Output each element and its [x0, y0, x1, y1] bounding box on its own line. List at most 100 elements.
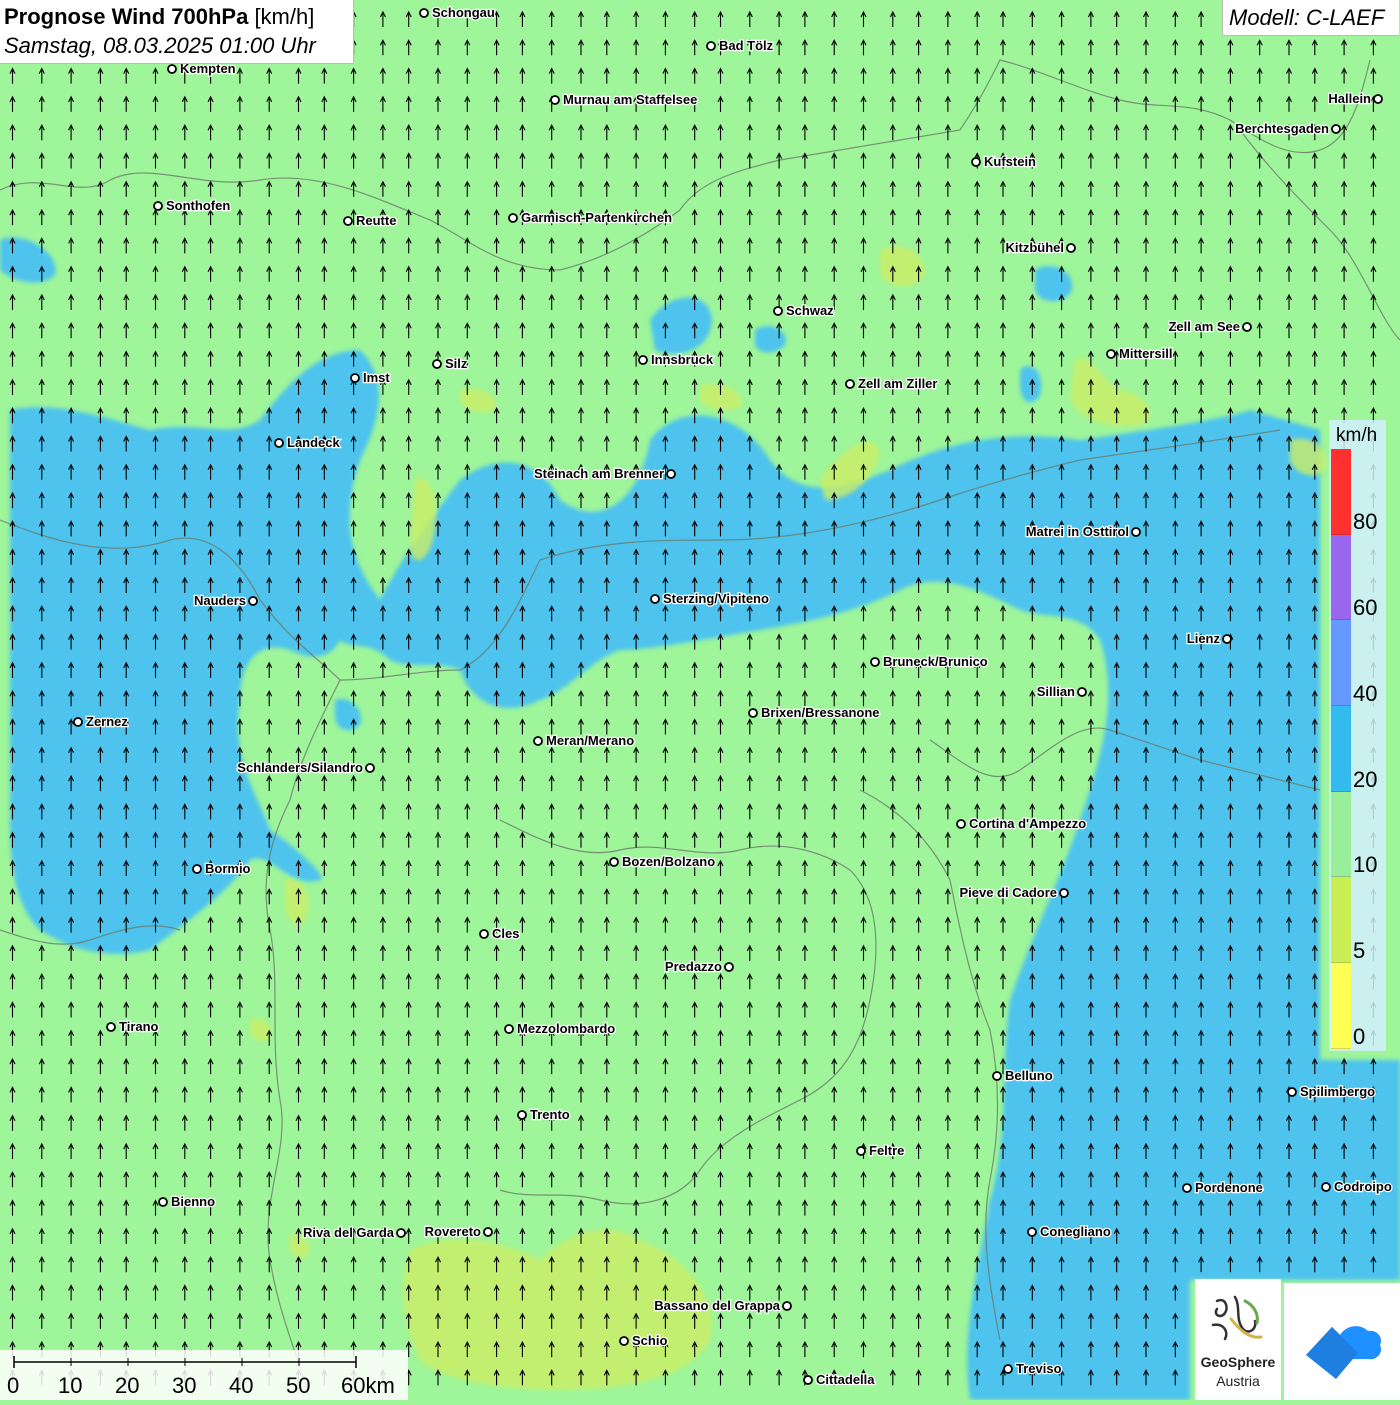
city-dot	[870, 657, 880, 667]
city-dot	[845, 379, 855, 389]
city-dot	[158, 1197, 168, 1207]
color-legend: km/h 80 60 40 20 10 5 0	[1329, 420, 1386, 1051]
city-dot	[1003, 1364, 1013, 1374]
scale-label: 30	[172, 1373, 197, 1398]
city-label: Berchtesgaden	[1235, 121, 1329, 136]
city-label: Bozen/Bolzano	[622, 854, 715, 869]
title-panel: Prognose Wind 700hPa [km/h] Samstag, 08.…	[0, 0, 354, 64]
city-dot	[1222, 634, 1232, 644]
legend-swatch	[1331, 877, 1351, 964]
city-label: Pordenone	[1195, 1180, 1263, 1195]
city-dot	[724, 962, 734, 972]
city-label: Zernez	[86, 714, 128, 729]
city-dot	[971, 157, 981, 167]
city-label: Tirano	[119, 1019, 159, 1034]
city-dot	[1027, 1227, 1037, 1237]
city-label: Codroipo	[1334, 1179, 1392, 1194]
city-marker: Schlanders/Silandro	[236, 759, 375, 776]
city-label: Bad Tölz	[719, 38, 774, 53]
city-dot	[619, 1336, 629, 1346]
city-label: Innsbruck	[651, 352, 714, 367]
city-dot	[1066, 243, 1076, 253]
city-label: Schwaz	[786, 303, 834, 318]
legend-swatch	[1331, 534, 1351, 621]
legend-swatch	[1331, 963, 1351, 1049]
city-marker: Mezzolombardo	[504, 1020, 617, 1037]
city-dot	[248, 596, 258, 606]
city-label: Kitzbühel	[1006, 240, 1065, 255]
city-marker: Sonthofen	[153, 197, 232, 214]
city-label: Garmisch-Partenkirchen	[521, 210, 672, 225]
city-label: Mittersill	[1119, 346, 1172, 361]
city-dot	[508, 213, 518, 223]
city-dot	[803, 1375, 813, 1385]
city-marker: Bozen/Bolzano	[609, 853, 716, 870]
geosphere-text: GeoSphere	[1200, 1354, 1276, 1370]
city-label: Feltre	[869, 1143, 904, 1158]
city-marker: Zell am Ziller	[845, 375, 939, 392]
city-dot	[706, 41, 716, 51]
city-label: Sillian	[1037, 684, 1075, 699]
scale-label: 0	[7, 1373, 20, 1398]
scale-label: 50	[286, 1373, 311, 1398]
city-dot	[1373, 94, 1383, 104]
city-label: Kufstein	[984, 154, 1036, 169]
city-marker: Schongau	[419, 4, 496, 21]
legend-label: 10	[1353, 852, 1378, 877]
city-dot	[1059, 888, 1069, 898]
legend-label: 0	[1353, 1024, 1366, 1049]
city-label: Bienno	[171, 1194, 215, 1209]
city-dot	[167, 64, 177, 74]
city-label: Sonthofen	[166, 198, 230, 213]
city-marker: Innsbruck	[638, 351, 715, 368]
city-label: Reutte	[356, 213, 396, 228]
city-dot	[106, 1022, 116, 1032]
city-label: Meran/Merano	[546, 733, 634, 748]
city-dot	[550, 95, 560, 105]
legend-label: 60	[1353, 595, 1378, 620]
city-marker: Steinach am Brenner	[533, 465, 676, 482]
city-dot	[479, 929, 489, 939]
city-label: Schio	[632, 1333, 667, 1348]
city-label: Predazzo	[665, 959, 722, 974]
cloud-arrow-logo	[1284, 1283, 1400, 1400]
city-marker: Pieve di Cadore	[958, 884, 1069, 901]
city-dot	[365, 763, 375, 773]
city-label: Mezzolombardo	[517, 1021, 615, 1036]
scale-bar: 0 10 20 30 40 50 60km	[0, 1350, 408, 1400]
city-dot	[992, 1071, 1002, 1081]
city-label: Hallein	[1328, 91, 1371, 106]
city-label: Bruneck/Brunico	[883, 654, 988, 669]
city-dot	[782, 1301, 792, 1311]
legend-swatch	[1331, 620, 1351, 707]
city-marker: Sterzing/Vipiteno	[650, 590, 770, 607]
city-label: Lienz	[1187, 631, 1221, 646]
title-main: Prognose Wind 700hPa	[4, 4, 249, 29]
legend-unit: km/h	[1336, 425, 1378, 446]
city-marker: Bassano del Grappa	[653, 1297, 792, 1314]
city-dot	[1242, 322, 1252, 332]
city-dot	[192, 864, 202, 874]
legend-color-bar	[1331, 449, 1351, 1049]
city-marker: Cortina d'Ampezzo	[956, 815, 1088, 832]
city-marker: Bruneck/Brunico	[870, 653, 989, 670]
city-dot	[483, 1227, 493, 1237]
city-dot	[1131, 527, 1141, 537]
legend-label: 20	[1353, 767, 1378, 792]
city-label: Bassano del Grappa	[654, 1298, 780, 1313]
city-label: Imst	[363, 370, 390, 385]
city-marker: Riva del Garda	[302, 1224, 406, 1241]
austria-text: Austria	[1216, 1373, 1260, 1389]
city-marker: Zell am See	[1167, 318, 1252, 335]
city-label: Cittadella	[816, 1372, 875, 1387]
city-dot	[419, 8, 429, 18]
map-title: Prognose Wind 700hPa [km/h]	[4, 4, 314, 30]
city-dot	[1331, 124, 1341, 134]
wind-map[interactable]: SchongauBad TölzKemptenMurnau am Staffel…	[0, 0, 1400, 1400]
city-dot	[396, 1228, 406, 1238]
city-label: Spilimbergo	[1300, 1084, 1375, 1099]
city-dot	[856, 1146, 866, 1156]
legend-label: 80	[1353, 509, 1378, 534]
city-marker: Meran/Merano	[533, 732, 635, 749]
city-label: Conegliano	[1040, 1224, 1111, 1239]
